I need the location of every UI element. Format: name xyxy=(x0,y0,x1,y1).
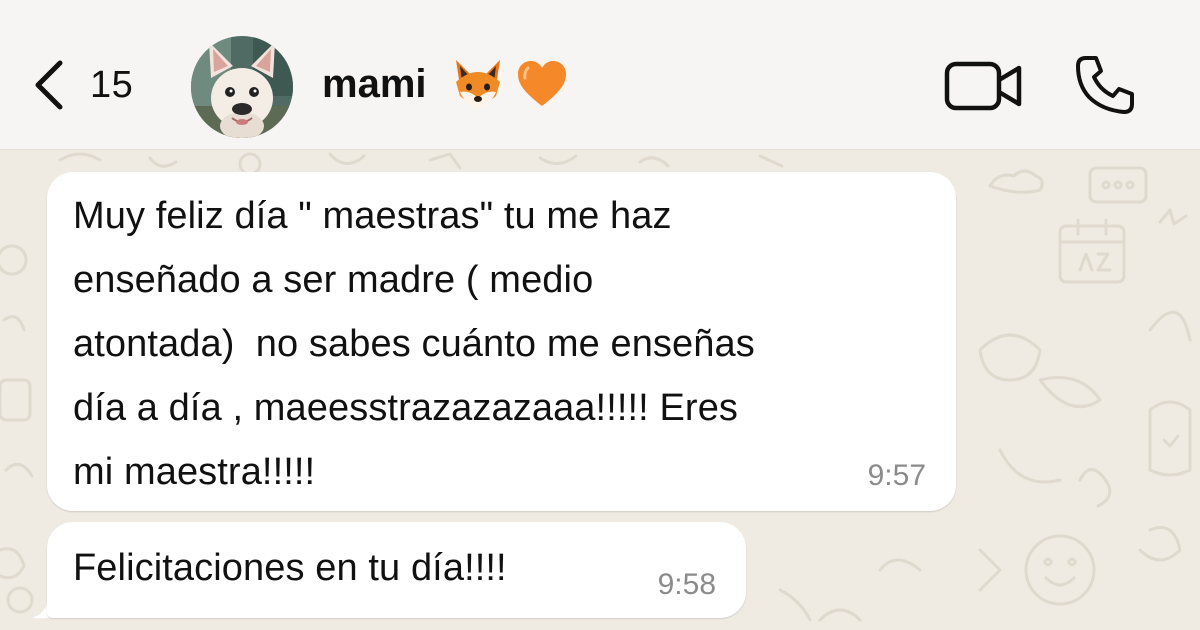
video-call-button[interactable] xyxy=(943,58,1025,114)
message-text: Muy feliz día " maestras" tu me haz ense… xyxy=(73,195,755,493)
phone-icon xyxy=(1076,56,1134,114)
fox-face-icon xyxy=(450,56,506,112)
voice-call-button[interactable] xyxy=(1072,52,1138,118)
video-camera-icon xyxy=(944,61,1022,111)
message-timestamp: 9:57 xyxy=(867,459,926,492)
message-bubble[interactable]: Felicitaciones en tu día!!!! 9:58 xyxy=(47,522,746,618)
message-text: Felicitaciones en tu día!!!! xyxy=(73,547,507,589)
contact-avatar[interactable] xyxy=(191,36,293,138)
orange-heart-icon xyxy=(514,56,570,112)
unread-count: 15 xyxy=(90,63,134,106)
dog-avatar-icon xyxy=(191,36,293,138)
message-timestamp: 9:58 xyxy=(657,568,716,601)
contact-name[interactable]: mami xyxy=(322,62,427,107)
back-button[interactable]: 15 xyxy=(30,55,133,115)
message-bubble[interactable]: Muy feliz día " maestras" tu me haz ense… xyxy=(47,172,956,511)
chevron-left-icon xyxy=(35,60,63,110)
chat-header: 15 mami xyxy=(0,0,1200,150)
